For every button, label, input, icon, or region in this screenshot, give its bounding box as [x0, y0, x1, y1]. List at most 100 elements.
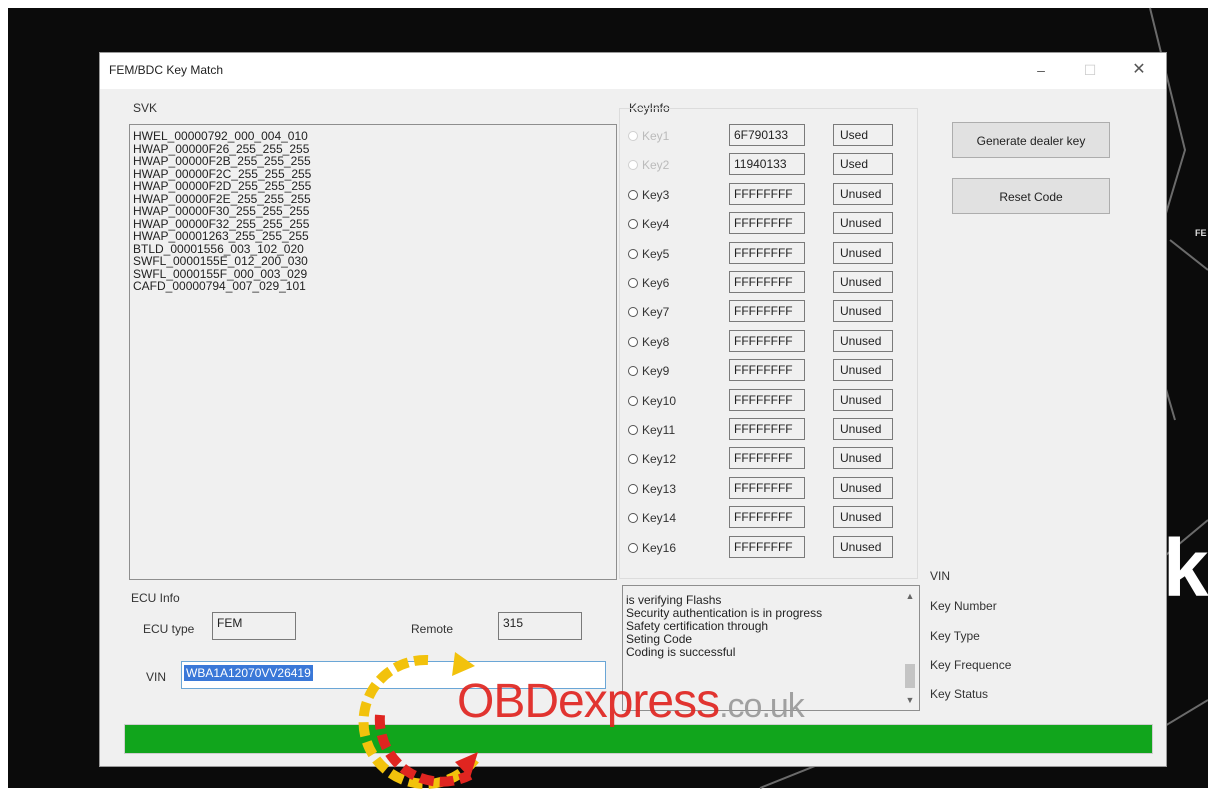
svk-list-item[interactable]: HWAP_00001263_255_255_255 [130, 230, 311, 243]
key-code-field: FFFFFFFF [729, 476, 805, 499]
key-label: Key8 [642, 334, 670, 349]
scroll-thumb[interactable] [905, 664, 915, 688]
key-radio[interactable] [628, 219, 638, 230]
key-code-field: FFFFFFFF [729, 447, 805, 470]
key-label: Key13 [642, 481, 677, 496]
key-radio[interactable] [628, 307, 638, 318]
watermark-text: OBDexpress.co.uk [457, 675, 805, 728]
key-row: Key6 FFFFFFFF Unused [620, 271, 920, 295]
key-label: Key12 [642, 452, 677, 467]
key-label: Key9 [642, 364, 670, 379]
key-row: Key10 FFFFFFFF Unused [620, 388, 920, 413]
log-scrollbar[interactable]: ▲ ▼ [902, 586, 918, 710]
key-label: Key11 [642, 423, 676, 437]
key-code-field: FFFFFFFF [729, 359, 805, 382]
key-code-field: FFFFFFFF [729, 329, 805, 352]
key-number-label: Key Number [930, 599, 997, 613]
key-label: Key7 [642, 305, 670, 320]
key-status-field: Used [833, 153, 893, 176]
key-row: Key5 FFFFFFFF Unused [620, 241, 920, 266]
remote-label: Remote [411, 622, 454, 636]
key-code-field: FFFFFFFF [729, 182, 805, 205]
info-vin-label: VIN [930, 569, 951, 583]
key-code-field: FFFFFFFF [729, 212, 805, 235]
key-label: Key5 [642, 246, 670, 261]
remote-field: 315 [498, 612, 582, 640]
key-status-field: Unused [833, 506, 893, 529]
log-line: Coding is successful [626, 645, 736, 659]
key-status-label: Key Status [930, 687, 989, 701]
key-radio[interactable] [628, 395, 638, 406]
key-label: Key2 [642, 158, 670, 173]
title-bar[interactable]: FEM/BDC Key Match – ☐ ✕ [100, 53, 1166, 89]
key-status-field: Unused [833, 476, 893, 499]
svk-list-item[interactable]: CAFD_00000794_007_029_101 [130, 280, 311, 293]
ecu-type-label: ECU type [143, 622, 195, 636]
vin-label: VIN [146, 670, 167, 684]
key-code-field: FFFFFFFF [729, 535, 805, 558]
progress-bar [124, 724, 1153, 754]
key-radio[interactable] [628, 189, 638, 200]
key-frequence-label: Key Frequence [930, 658, 1012, 672]
close-button[interactable]: ✕ [1124, 59, 1154, 81]
key-row: Key1 6F790133 Used [620, 124, 920, 148]
scroll-down-icon[interactable]: ▼ [902, 692, 918, 708]
key-status-field: Unused [833, 241, 893, 264]
key-row: Key16 FFFFFFFF Unused [620, 535, 920, 560]
key-row: Key14 FFFFFFFF Unused [620, 506, 920, 530]
key-row: Key8 FFFFFFFF Unused [620, 329, 920, 354]
background-corner-text: FE [1195, 228, 1207, 238]
window-title: FEM/BDC Key Match [109, 63, 224, 77]
maximize-button[interactable]: ☐ [1075, 59, 1105, 81]
key-code-field: FFFFFFFF [729, 506, 805, 529]
key-radio[interactable] [628, 336, 638, 347]
svk-list-item[interactable]: HWAP_00000F30_255_255_255 [130, 205, 311, 218]
key-code-field: FFFFFFFF [729, 241, 805, 264]
key-code-field: FFFFFFFF [729, 418, 805, 440]
key-status-field: Unused [833, 212, 893, 235]
svk-listbox[interactable]: HWEL_00000792_000_004_010 HWAP_00000F26_2… [129, 124, 617, 580]
key-radio[interactable] [628, 425, 638, 435]
svk-list-item[interactable]: HWAP_00000F2D_255_255_255 [130, 180, 311, 193]
key-status-field: Unused [833, 182, 893, 205]
key-code-field: FFFFFFFF [729, 271, 805, 293]
watermark-suffix: .co.uk [719, 687, 805, 725]
background-text: k [1163, 523, 1208, 614]
key-type-label: Key Type [930, 629, 980, 643]
key-label: Key3 [642, 187, 670, 202]
svk-list: HWEL_00000792_000_004_010 HWAP_00000F26_2… [130, 130, 311, 293]
key-radio[interactable] [628, 248, 638, 259]
generate-dealer-key-button[interactable]: Generate dealer key [952, 122, 1110, 158]
key-radio[interactable] [628, 513, 638, 524]
key-status-field: Used [833, 124, 893, 146]
key-code-field: 11940133 [729, 153, 805, 176]
key-row: Key13 FFFFFFFF Unused [620, 476, 920, 501]
minimize-button[interactable]: – [1026, 59, 1056, 81]
key-label: Key6 [642, 276, 670, 290]
ecu-type-field: FEM [212, 612, 296, 640]
key-radio [628, 160, 638, 171]
key-code-field: 6F790133 [729, 124, 805, 146]
key-match-window: FEM/BDC Key Match – ☐ ✕ SVK HWEL_0000079… [99, 52, 1167, 767]
key-radio [628, 131, 638, 141]
key-radio[interactable] [628, 483, 638, 494]
svk-list-item[interactable]: HWEL_00000792_000_004_010 [130, 130, 311, 143]
watermark-brand: OBDexpress [457, 675, 720, 728]
key-label: Key4 [642, 217, 670, 232]
scroll-up-icon[interactable]: ▲ [902, 588, 918, 604]
key-code-field: FFFFFFFF [729, 300, 805, 323]
key-radio[interactable] [628, 278, 638, 288]
log-lines: is verifying Flashs Security authenticati… [623, 594, 822, 659]
key-radio[interactable] [628, 542, 638, 553]
key-row: Key11 FFFFFFFF Unused [620, 418, 920, 442]
key-status-field: Unused [833, 447, 893, 470]
svk-list-item[interactable]: HWAP_00000F2B_255_255_255 [130, 155, 311, 168]
key-radio[interactable] [628, 454, 638, 465]
key-label: Key1 [642, 129, 670, 143]
reset-code-button[interactable]: Reset Code [952, 178, 1110, 214]
key-row: Key3 FFFFFFFF Unused [620, 182, 920, 207]
vin-value: WBA1A12070VV26419 [184, 665, 313, 681]
keyinfo-group: Key1 6F790133 Used Key2 11940133 Used Key3 FFFF… [619, 108, 918, 579]
svk-list-item[interactable]: SWFL_0000155E_012_200_030 [130, 255, 311, 268]
key-radio[interactable] [628, 366, 638, 377]
